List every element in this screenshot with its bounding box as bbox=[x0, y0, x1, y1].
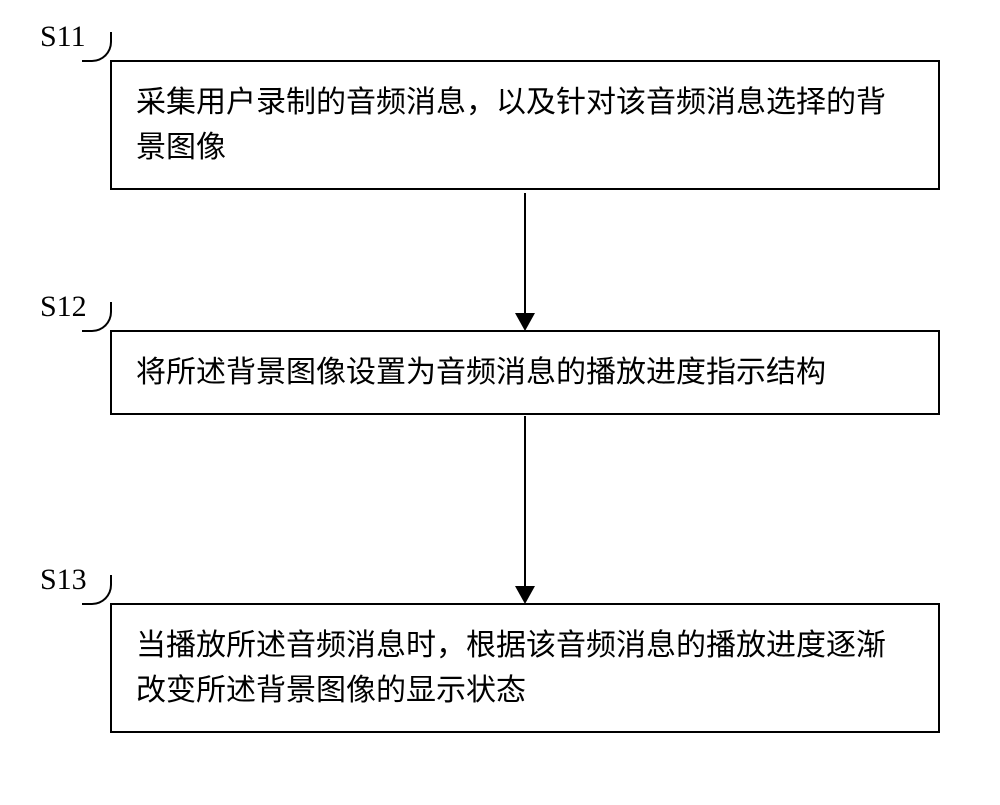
label-connector-s13 bbox=[82, 575, 112, 605]
arrow-line-1 bbox=[524, 193, 526, 313]
arrow-head-2 bbox=[515, 586, 535, 604]
step-text-s12: 将所述背景图像设置为音频消息的播放进度指示结构 bbox=[136, 356, 826, 389]
step-box-s13: 当播放所述音频消息时，根据该音频消息的播放进度逐渐改变所述背景图像的显示状态 bbox=[110, 603, 940, 733]
label-connector-s12 bbox=[82, 302, 112, 332]
label-connector-s11 bbox=[82, 32, 112, 62]
step-box-s11: 采集用户录制的音频消息，以及针对该音频消息选择的背景图像 bbox=[110, 60, 940, 190]
step-label-s12: S12 bbox=[40, 290, 87, 324]
step-label-s13: S13 bbox=[40, 563, 87, 597]
step-label-s11: S11 bbox=[40, 20, 86, 54]
step-text-s13: 当播放所述音频消息时，根据该音频消息的播放进度逐渐改变所述背景图像的显示状态 bbox=[136, 629, 886, 707]
arrow-head-1 bbox=[515, 313, 535, 331]
arrow-line-2 bbox=[524, 416, 526, 586]
step-box-s12: 将所述背景图像设置为音频消息的播放进度指示结构 bbox=[110, 330, 940, 415]
step-text-s11: 采集用户录制的音频消息，以及针对该音频消息选择的背景图像 bbox=[136, 86, 886, 164]
flowchart-container: S11 采集用户录制的音频消息，以及针对该音频消息选择的背景图像 S12 将所述… bbox=[0, 0, 1000, 805]
